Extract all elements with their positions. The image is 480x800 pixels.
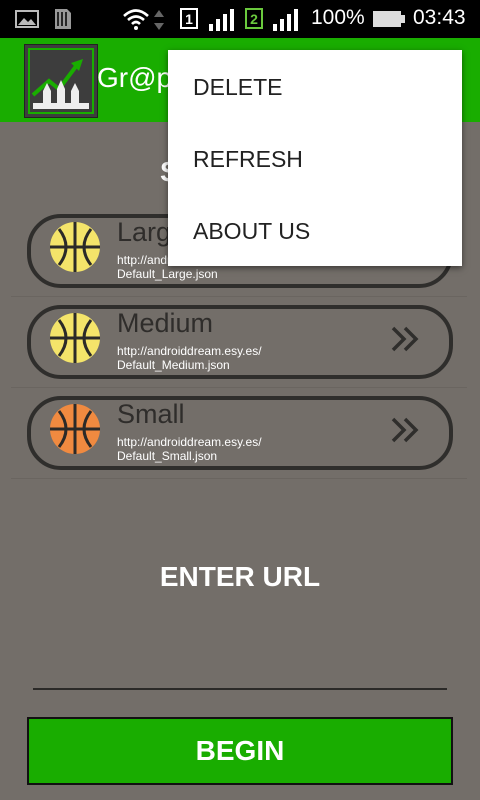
enter-url-label: ENTER URL: [159, 561, 321, 592]
sim-card-icon: [55, 9, 71, 29]
item-name: Larg: [117, 217, 172, 247]
item-url-line1: http://androiddream.esy.es/: [117, 344, 262, 358]
item-url-line1: http://andr: [117, 253, 172, 267]
item-url-line2: Default_Medium.json: [117, 358, 230, 372]
item-url-line2: Default_Small.json: [117, 449, 218, 463]
item-name: Small: [117, 399, 185, 429]
clock: 03:43: [413, 6, 466, 29]
list-item[interactable]: Small http://androiddream.esy.es/ Defaul…: [11, 387, 467, 479]
globe-yellow-icon: [50, 313, 100, 363]
menu-item-refresh[interactable]: REFRESH: [168, 123, 462, 195]
app-title: Gr@p: [97, 62, 173, 93]
sim2-icon: 2: [245, 8, 263, 29]
item-url-line1: http://androiddream.esy.es/: [117, 435, 262, 449]
url-input[interactable]: [33, 688, 447, 690]
item-name: Medium: [117, 308, 214, 338]
sim1-icon: 1: [180, 8, 198, 29]
chevron-double-right-icon[interactable]: [391, 417, 421, 443]
wifi-icon: [123, 9, 149, 30]
gallery-icon: [15, 10, 39, 28]
signal-icon: [273, 9, 298, 31]
data-transfer-icon: [154, 10, 164, 30]
list-item[interactable]: Medium http://androiddream.esy.es/ Defau…: [11, 296, 467, 388]
status-bar: 1 2 100% 03:43: [0, 0, 480, 38]
signal-icon: [209, 9, 234, 31]
globe-orange-icon: [50, 404, 100, 454]
battery-icon: [373, 11, 405, 27]
rocket-chart-logo-icon[interactable]: [24, 44, 98, 118]
menu-item-about-us[interactable]: ABOUT US: [168, 195, 462, 267]
item-url-line2: Default_Large.json: [117, 267, 218, 281]
begin-button[interactable]: BEGIN: [27, 717, 453, 785]
overflow-menu: DELETE REFRESH ABOUT US: [168, 50, 462, 266]
globe-yellow-icon: [50, 222, 100, 272]
menu-item-delete[interactable]: DELETE: [168, 51, 462, 123]
battery-percent: 100%: [311, 6, 365, 29]
chevron-double-right-icon[interactable]: [391, 326, 421, 352]
